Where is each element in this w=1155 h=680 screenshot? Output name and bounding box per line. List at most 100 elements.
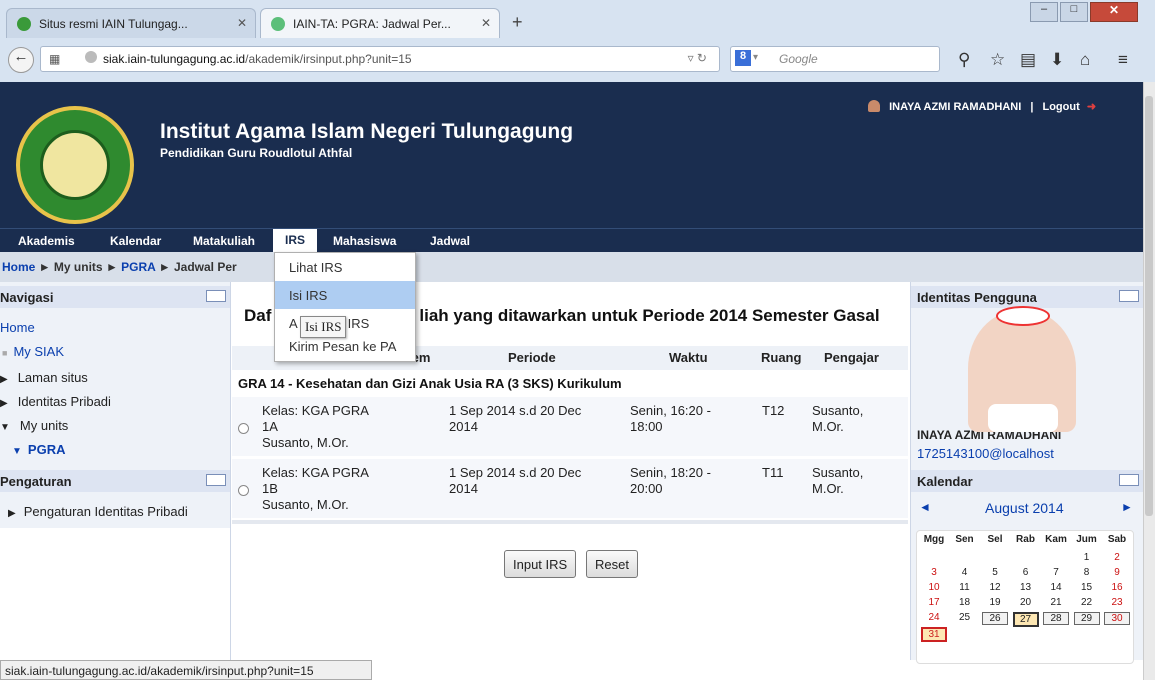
breadcrumb-home[interactable]: Home (2, 260, 35, 274)
calendar-day[interactable]: 23 (1104, 597, 1130, 608)
class-radio[interactable] (238, 423, 249, 434)
logout-icon[interactable]: ➜ (1087, 101, 1096, 113)
dropdown-isi-irs[interactable]: Isi IRS (275, 281, 415, 309)
calendar-day[interactable]: 20 (1013, 597, 1039, 608)
url-bar[interactable]: ▦ siak.iain-tulungagung.ac.id/akademik/i… (40, 46, 720, 72)
menu-kalendar[interactable]: Kalendar (110, 234, 161, 248)
user-email[interactable]: 1725143100@localhost (917, 446, 1054, 461)
maximize-icon[interactable]: □ (1060, 2, 1088, 22)
dropdown-kirim-pesan[interactable]: Kirim Pesan ke PA (275, 337, 415, 365)
nav-home[interactable]: Home (0, 320, 35, 335)
dropdown-lihat-irs[interactable]: Lihat IRS (275, 253, 415, 281)
input-irs-button[interactable]: Input IRS (504, 550, 577, 578)
nav-my-siak[interactable]: ■ My SIAK (2, 344, 64, 359)
pengajar-title: M.Or. (812, 481, 844, 496)
institution-title: Institut Agama Islam Negeri Tulungagung (160, 120, 574, 143)
calendar-day[interactable]: 5 (982, 567, 1008, 578)
new-tab-icon[interactable]: + (512, 12, 523, 33)
calendar-day[interactable]: 1 (1074, 552, 1100, 563)
menu-irs[interactable]: IRS (273, 229, 318, 253)
calendar-day[interactable]: 16 (1104, 582, 1130, 593)
calendar-day[interactable]: 19 (982, 597, 1008, 608)
reset-button[interactable]: Reset (586, 550, 638, 578)
collapse-block-icon[interactable] (206, 474, 226, 486)
close-tab-icon[interactable]: ✕ (481, 16, 491, 30)
nav-pgra-label: PGRA (27, 442, 66, 457)
expand-icon[interactable]: ▶ (8, 508, 16, 519)
calendar-day[interactable]: 21 (1043, 597, 1069, 608)
calendar-day[interactable]: 9 (1104, 567, 1130, 578)
collapse-block-icon[interactable] (206, 290, 226, 302)
nav-pgra[interactable]: ▼ PGRA (12, 442, 65, 457)
pengajar-cell: Susanto, M.Or. (812, 403, 863, 435)
next-month-icon[interactable]: ► (1121, 500, 1133, 514)
calendar-day[interactable]: 24 (921, 612, 947, 623)
calendar-day[interactable]: 2 (1104, 552, 1130, 563)
nav-identitas-pribadi-label: Identitas Pribadi (17, 394, 111, 409)
chevron-down-icon[interactable]: ▾ (753, 52, 758, 63)
menu-matakuliah[interactable]: Matakuliah (193, 234, 255, 248)
nav-identitas-pribadi[interactable]: ▶ Identitas Pribadi (0, 394, 111, 409)
menu-jadwal[interactable]: Jadwal (430, 234, 470, 248)
menu-mahasiswa[interactable]: Mahasiswa (333, 234, 396, 248)
calendar-day[interactable]: 10 (921, 582, 947, 593)
left-sidebar: Navigasi Home ■ My SIAK ▶ Laman situs ▶ Ide… (0, 282, 231, 660)
close-tab-icon[interactable]: ✕ (237, 16, 247, 30)
collapse-icon[interactable]: ▼ (12, 446, 22, 457)
user-name[interactable]: INAYA AZMI RAMADHANI (889, 101, 1021, 113)
calendar-day[interactable]: 22 (1074, 597, 1100, 608)
nav-my-units-label: My units (19, 418, 69, 433)
calendar-day[interactable]: 27 (1012, 612, 1039, 627)
collapse-block-icon[interactable] (1119, 290, 1139, 302)
calendar-day[interactable]: 7 (1043, 567, 1069, 578)
menu-akademis[interactable]: Akademis (18, 234, 75, 248)
calendar-day[interactable]: 25 (952, 612, 978, 623)
calendar-day[interactable]: 3 (921, 567, 947, 578)
tab-jadwal[interactable]: IAIN-TA: PGRA: Jadwal Per... ✕ (260, 8, 500, 38)
class-radio[interactable] (238, 485, 249, 496)
calendar-day[interactable]: 15 (1074, 582, 1100, 593)
calendar-day[interactable]: 17 (921, 597, 947, 608)
calendar-day[interactable]: 11 (952, 582, 978, 593)
calendar-day[interactable]: 29 (1073, 612, 1100, 625)
search-input[interactable]: 8 ▾ Google (730, 46, 940, 72)
nav-pengaturan-identitas[interactable]: ▶ Pengaturan Identitas Pribadi (8, 504, 188, 519)
prev-month-icon[interactable]: ◄ (919, 500, 931, 514)
calendar-day[interactable]: 4 (952, 567, 978, 578)
nav-my-units[interactable]: ▼ My units (0, 418, 68, 433)
expand-icon[interactable]: ▶ (0, 398, 8, 409)
breadcrumb-my-units[interactable]: My units (54, 260, 103, 274)
calendar-day[interactable]: 6 (1013, 567, 1039, 578)
calendar-day[interactable]: 26 (982, 612, 1008, 625)
calendar-day[interactable]: 18 (952, 597, 978, 608)
nav-laman-situs[interactable]: ▶ Laman situs (0, 370, 88, 385)
calendar-day[interactable]: 8 (1074, 567, 1100, 578)
kelas-cell: Kelas: KGA PGRA 1A Susanto, M.Or. (262, 403, 369, 451)
menu-icon[interactable]: ≡ (1118, 50, 1128, 70)
download-icon[interactable]: ⬇ (1050, 50, 1064, 70)
collapse-icon[interactable]: ▼ (0, 422, 10, 433)
search-icon[interactable]: ⚲ (958, 50, 970, 70)
tab-situs-resmi[interactable]: Situs resmi IAIN Tulungag... ✕ (6, 8, 256, 38)
bookmark-star-icon[interactable]: ☆ (990, 50, 1005, 70)
reading-list-icon[interactable]: ▤ (1020, 50, 1036, 70)
calendar-day[interactable]: 28 (1043, 612, 1069, 625)
calendar-day[interactable]: 14 (1043, 582, 1069, 593)
collapse-block-icon[interactable] (1119, 474, 1139, 486)
home-icon[interactable]: ⌂ (1080, 50, 1090, 70)
scrollbar-thumb[interactable] (1145, 96, 1153, 516)
close-window-icon[interactable]: ✕ (1090, 2, 1138, 22)
logout-link[interactable]: Logout (1042, 101, 1079, 113)
calendar-day[interactable]: 31 (921, 627, 947, 642)
reload-icon[interactable]: ▿ ↻ (688, 51, 707, 65)
calendar-day[interactable]: 13 (1013, 582, 1039, 593)
waktu-cell: Senin, 18:20 -20:00 (630, 465, 711, 497)
calendar-day[interactable]: 30 (1104, 612, 1130, 625)
minimize-icon[interactable]: – (1030, 2, 1058, 22)
calendar-day[interactable]: 12 (982, 582, 1008, 593)
back-icon[interactable]: ← (8, 47, 34, 73)
calendar-day-header: Jum (1076, 534, 1097, 545)
table-row: Kelas: KGA PGRA 1B Susanto, M.Or. 1 Sep 20… (232, 458, 908, 518)
breadcrumb-pgra[interactable]: PGRA (121, 260, 155, 274)
expand-icon[interactable]: ▶ (0, 374, 8, 385)
